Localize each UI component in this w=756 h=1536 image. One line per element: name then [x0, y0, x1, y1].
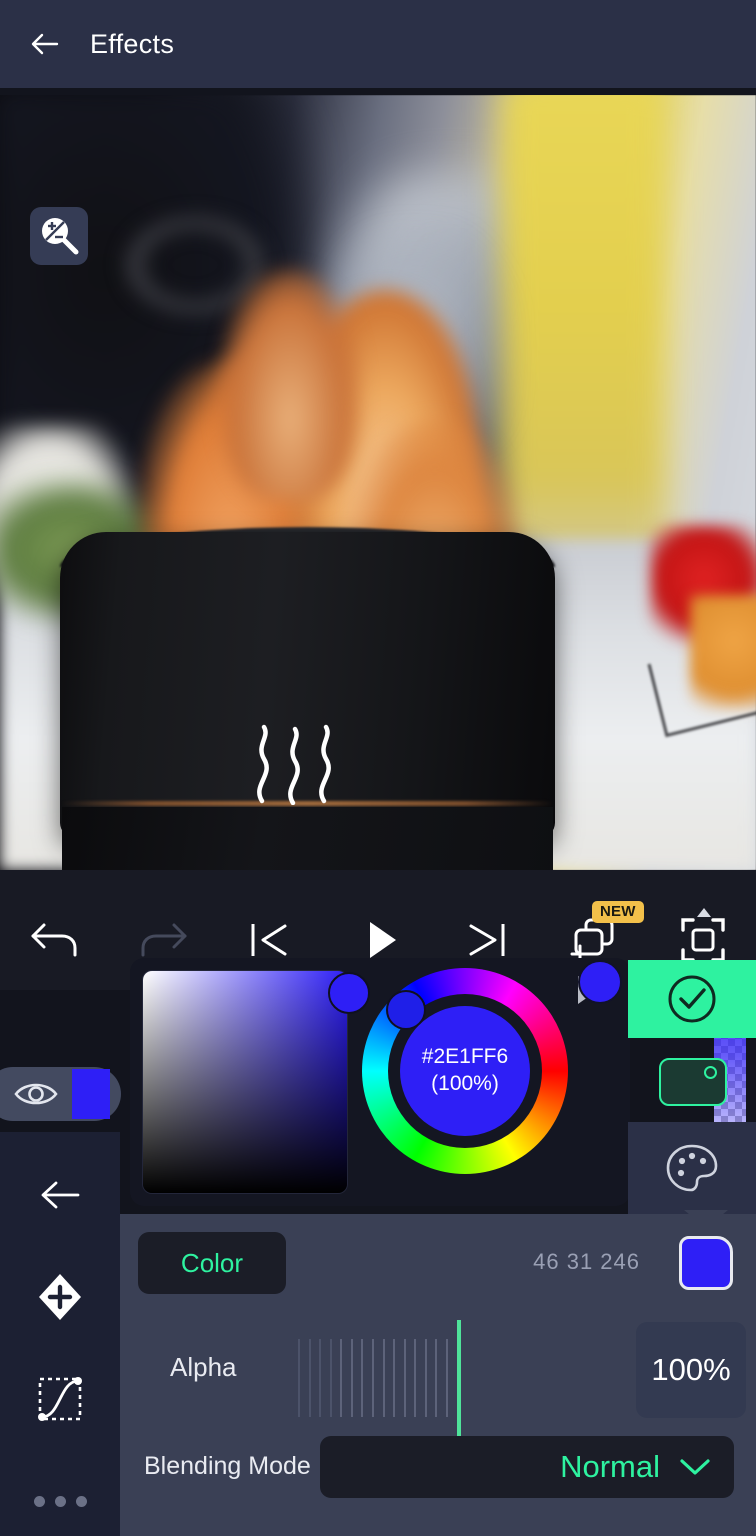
zoom-tool-button[interactable] [30, 207, 88, 265]
palette-button[interactable] [628, 1122, 756, 1214]
alpha-value-text: 100% [651, 1352, 731, 1387]
layer-color-swatch[interactable] [72, 1069, 110, 1119]
flame-layer [220, 270, 360, 500]
eye-visibility-icon [14, 1083, 58, 1105]
blending-mode-row: Blending Mode Normal [120, 1432, 756, 1504]
alpha-tick-scale[interactable] [298, 1332, 448, 1424]
alpha-row: Alpha 100% [120, 1314, 756, 1436]
app-header: Effects [0, 0, 756, 88]
color-row: Color 46 31 246 [120, 1232, 756, 1294]
alpha-value-field[interactable]: 100% [636, 1322, 746, 1418]
page-title: Effects [90, 28, 175, 59]
color-tab-label: Color [180, 1247, 244, 1278]
play-icon [370, 922, 396, 958]
more-options-button[interactable] [0, 1456, 120, 1536]
chevron-down-icon [680, 1459, 710, 1475]
color-tab-button[interactable]: Color [138, 1232, 286, 1294]
color-pick-region-button[interactable] [659, 1058, 727, 1106]
undo-icon [31, 923, 77, 957]
video-preview[interactable] [0, 95, 756, 870]
color-picker-popup: #2E1FF6 (100%) [130, 958, 746, 1206]
add-keyframe-button[interactable] [0, 1252, 120, 1342]
zoom-in-out-magnifier-icon [42, 218, 79, 255]
new-badge: NEW [592, 901, 644, 923]
saturation-value-square[interactable] [143, 971, 370, 1193]
saturation-value-handle[interactable] [328, 972, 370, 1014]
effects-editor-screen: Effects NEW #2E1FF6 (100%) Color 46 31 2… [0, 0, 756, 1536]
arrow-left-icon [41, 1181, 80, 1209]
check-circle-icon [668, 975, 716, 1023]
color-rgb-value: 46 31 246 [533, 1249, 640, 1274]
properties-panel: Color 46 31 246 Alpha 100% Blending Mode… [120, 1214, 756, 1536]
more-options-dots-icon [33, 1495, 87, 1507]
skip-to-start-icon [251, 924, 287, 956]
easing-curve-icon [38, 1377, 82, 1421]
blending-mode-label: Blending Mode [144, 1452, 311, 1480]
back-button[interactable] [22, 21, 68, 67]
color-hex-value: #2E1FF6 [421, 1045, 509, 1069]
palette-icon [666, 1144, 718, 1192]
color-pick-region-icon [704, 1066, 717, 1079]
hue-wheel-center-readout: #2E1FF6 (100%) [400, 1006, 530, 1136]
color-alpha-value: (100%) [431, 1072, 499, 1095]
diffuser-base [62, 807, 553, 870]
arrow-left-icon [31, 33, 59, 55]
rail-back-button[interactable] [0, 1150, 120, 1240]
alpha-slider-cursor[interactable] [457, 1320, 461, 1436]
steam-wave-glyph [248, 723, 338, 810]
blending-mode-select[interactable]: Normal [320, 1436, 734, 1498]
blending-mode-value: Normal [560, 1449, 660, 1484]
add-keyframe-diamond-icon [39, 1274, 81, 1320]
alpha-label: Alpha [170, 1352, 237, 1382]
confirm-button[interactable] [628, 960, 756, 1038]
hue-wheel[interactable]: #2E1FF6 (100%) [362, 968, 568, 1174]
left-tool-rail [0, 1132, 120, 1536]
layer-visibility-pill[interactable] [0, 1067, 121, 1121]
undo-button[interactable] [20, 905, 90, 975]
redo-icon [141, 923, 187, 957]
easing-curve-button[interactable] [0, 1354, 120, 1444]
alpha-slider-handle[interactable] [578, 960, 622, 1004]
hue-wheel-handle[interactable] [386, 990, 426, 1030]
skip-to-end-icon [469, 924, 505, 956]
color-preview-swatch[interactable] [679, 1236, 733, 1290]
